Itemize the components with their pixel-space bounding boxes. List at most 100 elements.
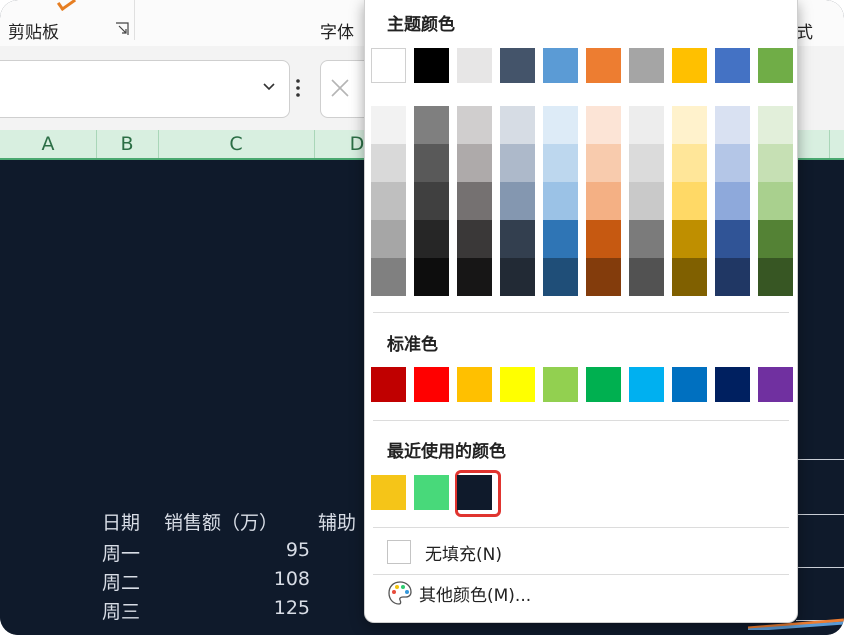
standard-color-swatch[interactable] xyxy=(500,367,535,402)
theme-shade-swatch[interactable] xyxy=(629,258,664,296)
standard-color-swatch[interactable] xyxy=(414,367,449,402)
theme-shade-swatch[interactable] xyxy=(457,220,492,258)
paste-icon[interactable] xyxy=(56,0,77,12)
theme-shade-swatch[interactable] xyxy=(758,220,793,258)
theme-shade-swatch[interactable] xyxy=(457,106,492,144)
standard-color-swatch[interactable] xyxy=(758,367,793,402)
theme-shade-swatch[interactable] xyxy=(457,144,492,182)
theme-color-swatch[interactable] xyxy=(543,48,578,83)
theme-shade-swatch[interactable] xyxy=(500,182,535,220)
standard-color-swatch[interactable] xyxy=(586,367,621,402)
theme-shade-swatch[interactable] xyxy=(672,106,707,144)
theme-shade-swatch[interactable] xyxy=(586,144,621,182)
no-fill-option[interactable]: 无填充(N) xyxy=(387,537,502,567)
table-header-cell[interactable]: 辅助 xyxy=(318,508,356,535)
theme-color-swatch[interactable] xyxy=(500,48,535,83)
theme-shade-swatch[interactable] xyxy=(672,258,707,296)
theme-shade-swatch[interactable] xyxy=(500,258,535,296)
theme-shade-swatch[interactable] xyxy=(543,220,578,258)
table-header-cell[interactable]: 日期 xyxy=(102,508,140,535)
theme-shade-swatch[interactable] xyxy=(715,144,750,182)
theme-shade-swatch[interactable] xyxy=(758,144,793,182)
theme-shade-swatch[interactable] xyxy=(586,220,621,258)
recent-color-swatch[interactable] xyxy=(371,475,406,510)
theme-shade-swatch[interactable] xyxy=(758,258,793,296)
theme-shade-swatch[interactable] xyxy=(586,258,621,296)
theme-color-swatch[interactable] xyxy=(629,48,664,83)
theme-color-swatch[interactable] xyxy=(586,48,621,83)
column-header-a[interactable]: A xyxy=(0,130,97,158)
theme-shade-swatch[interactable] xyxy=(586,182,621,220)
chevron-down-icon[interactable] xyxy=(263,81,275,93)
theme-shade-swatch[interactable] xyxy=(414,258,449,296)
theme-shade-swatch[interactable] xyxy=(414,106,449,144)
column-header-c[interactable]: C xyxy=(158,130,315,158)
theme-shade-swatch[interactable] xyxy=(543,144,578,182)
theme-shade-swatch[interactable] xyxy=(715,258,750,296)
name-box[interactable] xyxy=(0,60,290,118)
theme-color-swatch[interactable] xyxy=(672,48,707,83)
theme-shade-swatch[interactable] xyxy=(414,144,449,182)
theme-shade-swatch[interactable] xyxy=(758,182,793,220)
theme-shade-swatch[interactable] xyxy=(414,182,449,220)
theme-shade-swatch[interactable] xyxy=(629,144,664,182)
chart-gridline xyxy=(796,459,844,460)
more-options-icon[interactable] xyxy=(296,79,300,97)
standard-color-swatch[interactable] xyxy=(457,367,492,402)
theme-shade-swatch[interactable] xyxy=(672,220,707,258)
theme-shade-swatch[interactable] xyxy=(371,220,406,258)
theme-shade-swatch[interactable] xyxy=(457,258,492,296)
dialog-launcher-icon[interactable] xyxy=(115,22,129,36)
cancel-icon[interactable] xyxy=(329,77,351,99)
standard-color-swatch[interactable] xyxy=(543,367,578,402)
theme-shade-swatch[interactable] xyxy=(672,182,707,220)
theme-shade-swatch[interactable] xyxy=(715,220,750,258)
theme-shade-swatch[interactable] xyxy=(715,106,750,144)
more-colors-label: 其他颜色(M)... xyxy=(419,585,532,606)
table-cell[interactable]: 108 xyxy=(274,568,310,590)
theme-shade-swatch[interactable] xyxy=(758,106,793,144)
theme-shade-swatch[interactable] xyxy=(371,106,406,144)
more-colors-option[interactable]: 其他颜色(M)... xyxy=(387,578,531,608)
recent-color-swatch[interactable] xyxy=(414,475,449,510)
theme-color-swatch[interactable] xyxy=(457,48,492,83)
theme-shade-swatch[interactable] xyxy=(672,144,707,182)
theme-shade-swatch[interactable] xyxy=(371,258,406,296)
theme-shade-swatch[interactable] xyxy=(371,144,406,182)
recent-color-swatch[interactable] xyxy=(457,475,492,510)
ribbon-separator xyxy=(134,0,135,40)
column-header-edge[interactable] xyxy=(796,130,830,158)
theme-shade-swatch[interactable] xyxy=(457,182,492,220)
table-header-cell[interactable]: 销售额（万） xyxy=(164,508,278,535)
app-window: 剪贴板 字体 式 A B C D 日期 销售额（万） 辅助 周一 95 周二 1… xyxy=(0,0,844,635)
theme-color-swatch[interactable] xyxy=(715,48,750,83)
theme-shade-swatch[interactable] xyxy=(500,144,535,182)
table-cell[interactable]: 125 xyxy=(274,597,310,619)
standard-color-swatch[interactable] xyxy=(715,367,750,402)
table-cell[interactable]: 周二 xyxy=(102,568,140,595)
table-cell[interactable]: 周一 xyxy=(102,539,140,566)
table-cell[interactable]: 95 xyxy=(286,539,310,561)
theme-shade-swatch[interactable] xyxy=(629,182,664,220)
theme-shade-swatch[interactable] xyxy=(629,106,664,144)
divider xyxy=(373,420,789,421)
theme-shade-swatch[interactable] xyxy=(629,220,664,258)
fill-color-palette: 主题颜色 标准色 最近使用的颜色 无填充(N) 其他颜色(M)... xyxy=(364,0,798,623)
standard-color-swatch[interactable] xyxy=(672,367,707,402)
theme-shade-swatch[interactable] xyxy=(543,258,578,296)
table-cell[interactable]: 周三 xyxy=(102,597,140,624)
theme-shade-swatch[interactable] xyxy=(500,220,535,258)
theme-shade-swatch[interactable] xyxy=(715,182,750,220)
theme-shade-swatch[interactable] xyxy=(500,106,535,144)
theme-shade-swatch[interactable] xyxy=(586,106,621,144)
theme-shade-swatch[interactable] xyxy=(414,220,449,258)
theme-color-swatch[interactable] xyxy=(758,48,793,83)
column-header-b[interactable]: B xyxy=(96,130,159,158)
theme-shade-swatch[interactable] xyxy=(371,182,406,220)
theme-shade-swatch[interactable] xyxy=(543,182,578,220)
theme-color-swatch[interactable] xyxy=(414,48,449,83)
standard-color-swatch[interactable] xyxy=(629,367,664,402)
theme-color-swatch[interactable] xyxy=(371,48,406,83)
standard-color-swatch[interactable] xyxy=(371,367,406,402)
theme-shade-swatch[interactable] xyxy=(543,106,578,144)
